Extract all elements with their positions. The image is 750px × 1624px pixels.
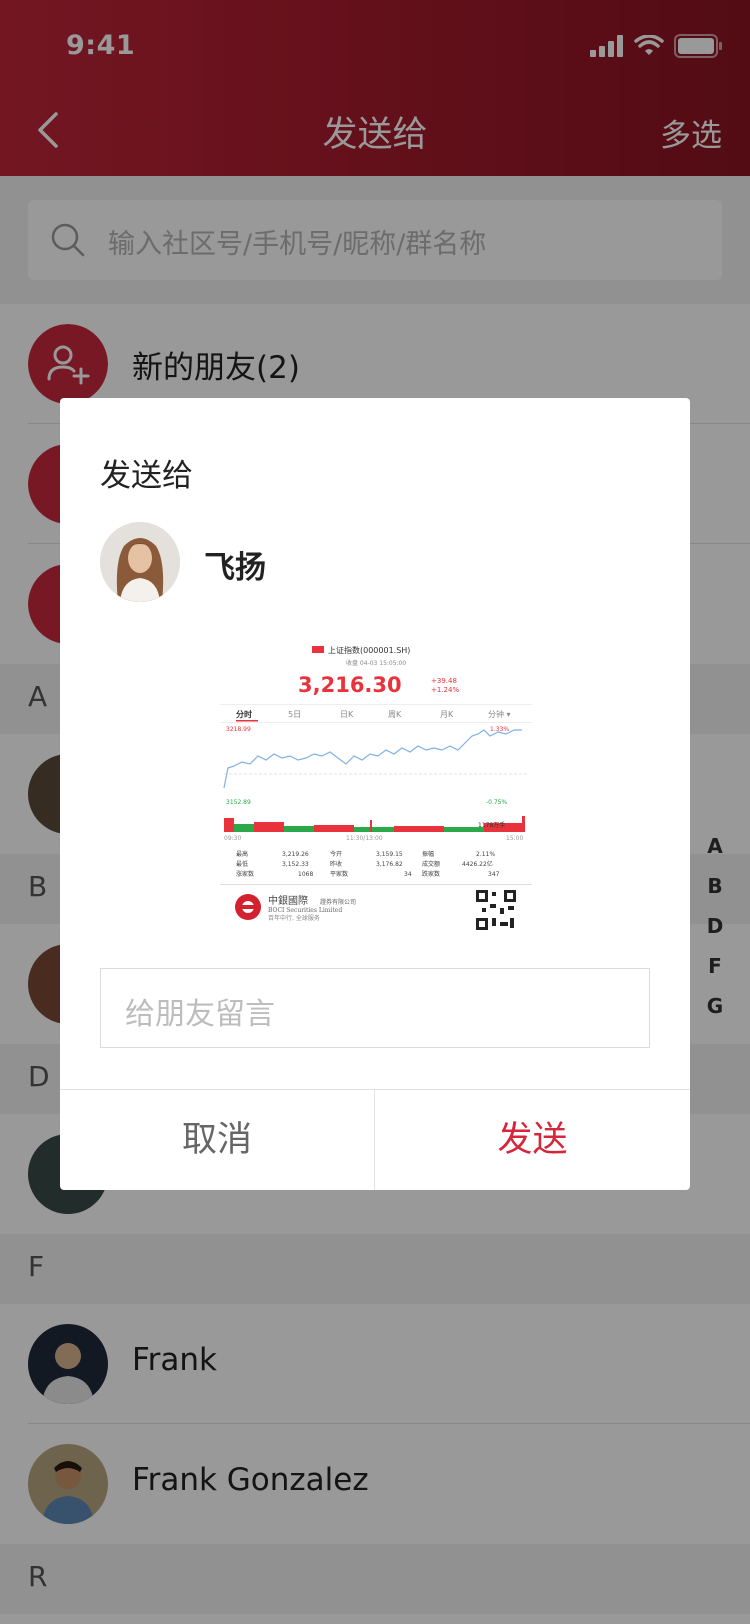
svg-text:涨家数: 涨家数	[236, 870, 254, 878]
price-line	[223, 729, 522, 789]
dialog-title: 发送给	[100, 458, 193, 494]
chart-low-label: 3152.89	[226, 799, 251, 806]
index-change-pct: +1.24%	[431, 686, 459, 694]
svg-text:2.11%: 2.11%	[476, 851, 495, 858]
svg-text:3,152.33: 3,152.33	[282, 861, 309, 868]
index-price: 3,216.30	[298, 673, 402, 697]
chart-tab: 日K	[340, 710, 354, 719]
brand-en: BOCI Securities Limited	[268, 907, 342, 914]
brand-cn-sub: 證券有限公司	[320, 898, 356, 906]
boci-logo	[235, 894, 261, 920]
svg-text:34: 34	[404, 871, 412, 878]
svg-text:347: 347	[488, 871, 500, 878]
svg-text:昨收: 昨收	[330, 860, 342, 868]
shared-image-preview: 上证指数(000001.SH) 收盘 04-03 15:05:00 3,216.…	[220, 638, 532, 943]
svg-text:平家数: 平家数	[330, 870, 348, 878]
time-end: 15:00	[506, 835, 523, 842]
index-name: 上证指数(000001.SH)	[328, 645, 410, 655]
recipient-name: 飞扬	[204, 550, 266, 586]
svg-text:振幅: 振幅	[422, 850, 434, 858]
chart-tab: 分时	[236, 709, 252, 719]
share-dialog: 发送给 飞扬 上证指数(000001.SH) 收盘 04-03 15:05:00…	[60, 398, 690, 1190]
chart-tab: 分钟 ▾	[488, 709, 511, 719]
cancel-button[interactable]: 取消	[60, 1090, 375, 1190]
svg-text:1068: 1068	[298, 871, 313, 878]
stats-table: 最高 3,219.26 今开 3,159.15 振幅 2.11% 最低 3,15…	[236, 850, 500, 878]
chart-tab: 月K	[440, 710, 454, 719]
time-mid: 11:30/13:00	[346, 835, 383, 842]
chart-high-label: 3218.99	[226, 726, 251, 733]
dialog-footer: 取消 发送	[60, 1089, 690, 1190]
svg-text:4426.22亿: 4426.22亿	[462, 860, 493, 868]
index-change: +39.48	[431, 677, 457, 685]
stock-snapshot: 上证指数(000001.SH) 收盘 04-03 15:05:00 3,216.…	[220, 645, 532, 930]
qr-code-icon	[476, 890, 516, 930]
svg-text:成交额: 成交额	[422, 860, 440, 868]
exchange-badge	[312, 646, 324, 653]
svg-text:今开: 今开	[330, 850, 342, 858]
svg-text:最低: 最低	[236, 860, 248, 868]
svg-text:3,219.26: 3,219.26	[282, 851, 309, 858]
message-placeholder: 给朋友留言	[125, 997, 275, 1032]
svg-text:跌家数: 跌家数	[422, 870, 440, 878]
chart-tab: 周K	[388, 710, 402, 719]
close-time: 收盘 04-03 15:05:00	[346, 659, 406, 667]
svg-text:最高: 最高	[236, 850, 248, 858]
send-button[interactable]: 发送	[375, 1090, 690, 1190]
volume-label: 1178万手	[478, 821, 505, 829]
chart-tab: 5日	[288, 710, 301, 719]
svg-text:3,159.15: 3,159.15	[376, 851, 403, 858]
brand-slogan: 百年中行, 全球服务	[268, 914, 320, 922]
time-start: 09:30	[224, 835, 241, 842]
message-input[interactable]: 给朋友留言	[100, 968, 650, 1048]
recipient-avatar	[100, 522, 180, 602]
brand-cn: 中銀國際	[268, 894, 308, 907]
svg-text:3,176.82: 3,176.82	[376, 861, 403, 868]
chart-low-pct: -0.75%	[486, 799, 508, 806]
